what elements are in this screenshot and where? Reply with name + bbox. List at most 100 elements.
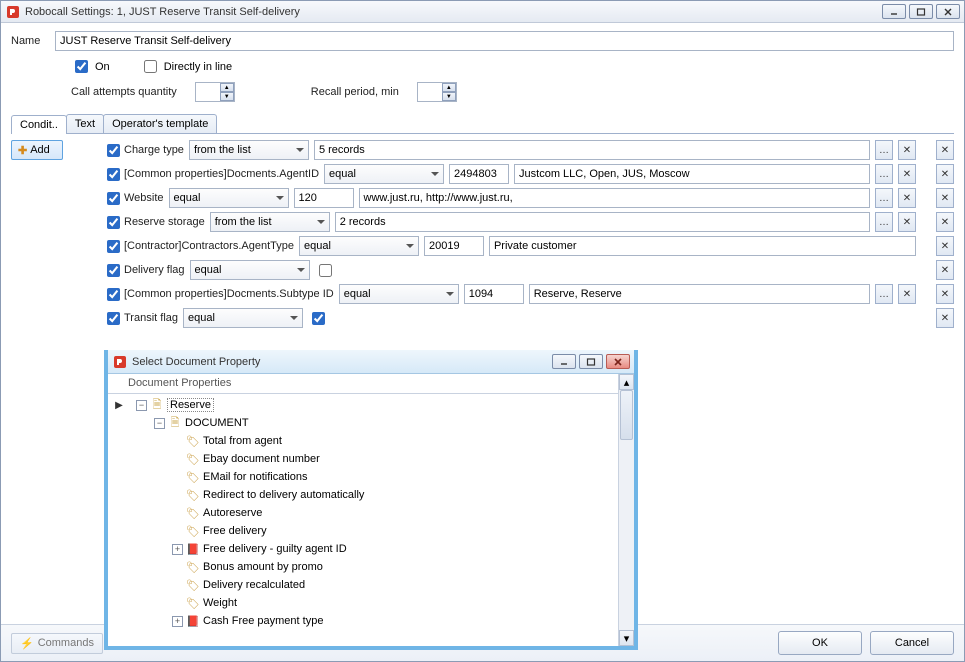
condition-operator-dropdown[interactable]: equal <box>169 188 289 208</box>
condition-delete-button[interactable]: ✕ <box>936 308 954 328</box>
condition-value-text[interactable]: Reserve, Reserve <box>529 284 870 304</box>
attempts-label: Call attempts quantity <box>71 86 177 98</box>
recall-up[interactable]: ▲ <box>442 83 456 92</box>
close-button[interactable] <box>936 4 960 19</box>
condition-enable-checkbox[interactable] <box>107 144 120 157</box>
directly-checkbox-wrap[interactable]: Directly in line <box>140 57 232 76</box>
recall-spinner[interactable]: ▲▼ <box>417 82 457 102</box>
tree-row[interactable]: 🏷EMail for notifications <box>108 468 634 486</box>
condition-enable-checkbox[interactable] <box>107 240 120 253</box>
condition-clear-button[interactable]: ✕ <box>898 164 916 184</box>
condition-enable-checkbox[interactable] <box>107 168 120 181</box>
tree-row[interactable]: 🏷Weight <box>108 594 634 612</box>
condition-enable-checkbox[interactable] <box>107 312 120 325</box>
condition-browse-button[interactable]: … <box>875 212 893 232</box>
condition-browse-button[interactable]: … <box>875 284 893 304</box>
condition-operator-dropdown[interactable]: equal <box>324 164 444 184</box>
condition-label: Delivery flag <box>124 264 185 276</box>
condition-value-num[interactable] <box>424 236 484 256</box>
condition-operator-dropdown[interactable]: equal <box>299 236 419 256</box>
condition-browse-button[interactable]: … <box>875 188 893 208</box>
condition-clear-button[interactable]: ✕ <box>898 284 916 304</box>
condition-operator-dropdown[interactable]: from the list <box>189 140 309 160</box>
condition-delete-button[interactable]: ✕ <box>936 236 954 256</box>
condition-delete-button[interactable]: ✕ <box>936 212 954 232</box>
scroll-down-button[interactable]: ▾ <box>619 630 634 646</box>
tree-collapse-icon[interactable]: − <box>154 418 165 429</box>
condition-delete-button[interactable]: ✕ <box>936 188 954 208</box>
condition-value-text[interactable]: Justcom LLC, Open, JUS, Moscow <box>514 164 870 184</box>
condition-row: [Common properties]Docments.Subtype IDeq… <box>103 284 954 304</box>
condition-enable-checkbox[interactable] <box>107 264 120 277</box>
attempts-down[interactable]: ▼ <box>220 92 234 101</box>
tree-row[interactable]: −🗎DOCUMENT <box>108 414 634 432</box>
on-checkbox-wrap[interactable]: On <box>71 57 110 76</box>
recall-down[interactable]: ▼ <box>442 92 456 101</box>
condition-row: [Common properties]Docments.AgentIDequal… <box>103 164 954 184</box>
attempts-up[interactable]: ▲ <box>220 83 234 92</box>
cancel-button[interactable]: Cancel <box>870 631 954 655</box>
scroll-up-button[interactable]: ▴ <box>619 374 634 390</box>
condition-operator-dropdown[interactable]: equal <box>339 284 459 304</box>
name-field[interactable] <box>55 31 954 51</box>
add-button[interactable]: ✚ Add <box>11 140 63 160</box>
tree-row[interactable]: 🏷Delivery recalculated <box>108 576 634 594</box>
property-tree[interactable]: ▶−🗎Reserve−🗎DOCUMENT🏷Total from agent🏷Eb… <box>108 394 634 646</box>
condition-operator-dropdown[interactable]: equal <box>183 308 303 328</box>
popup-app-icon <box>112 354 128 370</box>
scroll-thumb[interactable] <box>620 390 633 440</box>
condition-value-text[interactable]: Private customer <box>489 236 916 256</box>
tree-row[interactable]: 🏷Ebay document number <box>108 450 634 468</box>
condition-value-text[interactable]: www.just.ru, http://www.just.ru, <box>359 188 870 208</box>
tree-row[interactable]: +📕Cash Free payment type <box>108 612 634 630</box>
tree-collapse-icon[interactable]: − <box>136 400 147 411</box>
condition-value-num[interactable] <box>449 164 509 184</box>
tree-row[interactable]: 🏷Free delivery <box>108 522 634 540</box>
condition-value-num[interactable] <box>294 188 354 208</box>
directly-label: Directly in line <box>164 61 232 73</box>
commands-button[interactable]: ⚡ Commands <box>11 633 103 654</box>
tree-row[interactable]: 🏷Total from agent <box>108 432 634 450</box>
condition-value-num[interactable] <box>464 284 524 304</box>
condition-clear-button[interactable]: ✕ <box>898 140 916 160</box>
tree-row-label: EMail for notifications <box>203 471 308 483</box>
tree-row[interactable]: ▶−🗎Reserve <box>108 396 634 414</box>
attempts-spinner[interactable]: ▲▼ <box>195 82 235 102</box>
condition-delete-button[interactable]: ✕ <box>936 164 954 184</box>
tab-2[interactable]: Operator's template <box>103 114 217 133</box>
tree-expand-icon[interactable]: + <box>172 616 183 627</box>
condition-clear-button[interactable]: ✕ <box>898 212 916 232</box>
condition-delete-button[interactable]: ✕ <box>936 260 954 280</box>
condition-browse-button[interactable]: … <box>875 140 893 160</box>
condition-enable-checkbox[interactable] <box>107 288 120 301</box>
tab-1[interactable]: Text <box>66 114 104 133</box>
condition-operator-dropdown[interactable]: from the list <box>210 212 330 232</box>
condition-delete-button[interactable]: ✕ <box>936 140 954 160</box>
minimize-button[interactable] <box>882 4 906 19</box>
condition-browse-button[interactable]: … <box>875 164 893 184</box>
condition-delete-button[interactable]: ✕ <box>936 284 954 304</box>
condition-enable-checkbox[interactable] <box>107 192 120 205</box>
ok-button[interactable]: OK <box>778 631 862 655</box>
tree-row[interactable]: 🏷Autoreserve <box>108 504 634 522</box>
tab-0[interactable]: Condit.. <box>11 115 67 134</box>
on-checkbox[interactable] <box>75 60 88 73</box>
directly-checkbox[interactable] <box>144 60 157 73</box>
maximize-button[interactable] <box>909 4 933 19</box>
condition-operator-dropdown[interactable]: equal <box>190 260 310 280</box>
condition-bool-value[interactable] <box>312 312 325 325</box>
condition-bool-value[interactable] <box>319 264 332 277</box>
book-icon: 📕 <box>186 542 200 556</box>
tree-expand-icon[interactable]: + <box>172 544 183 555</box>
tree-row[interactable]: 🏷Bonus amount by promo <box>108 558 634 576</box>
popup-maximize-button[interactable] <box>579 354 603 369</box>
condition-value-text[interactable]: 5 records <box>314 140 870 160</box>
popup-minimize-button[interactable] <box>552 354 576 369</box>
condition-clear-button[interactable]: ✕ <box>898 188 916 208</box>
popup-scrollbar[interactable]: ▴ ▾ <box>618 374 634 646</box>
condition-value-text[interactable]: 2 records <box>335 212 870 232</box>
condition-enable-checkbox[interactable] <box>107 216 120 229</box>
tree-row[interactable]: 🏷Redirect to delivery automatically <box>108 486 634 504</box>
popup-close-button[interactable] <box>606 354 630 369</box>
tree-row[interactable]: +📕Free delivery - guilty agent ID <box>108 540 634 558</box>
